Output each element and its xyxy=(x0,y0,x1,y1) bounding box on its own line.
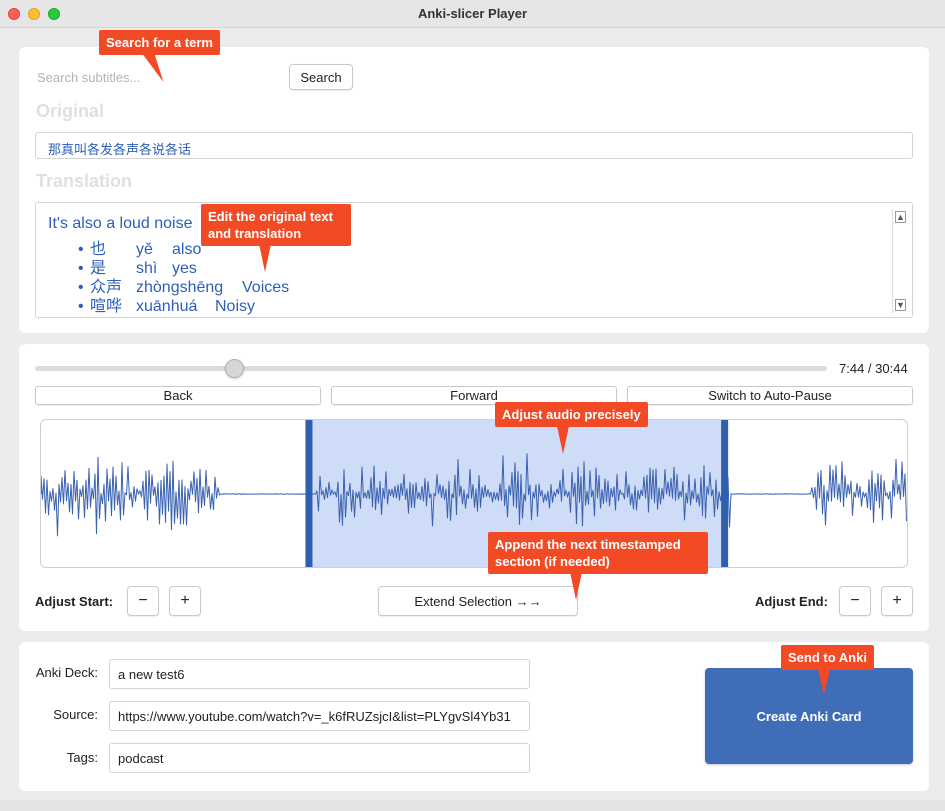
selection-start-handle[interactable] xyxy=(305,420,313,567)
waveform-svg[interactable] xyxy=(41,420,907,567)
playback-time: 7:44 / 30:44 xyxy=(839,361,908,376)
translation-heading: Translation xyxy=(36,171,133,191)
title-bar: Anki-slicer Player xyxy=(0,0,945,28)
extend-selection-button[interactable]: Extend Selection →→ xyxy=(378,586,578,616)
adjust-end-minus-button[interactable]: − xyxy=(839,586,871,616)
deck-field[interactable]: a new test6 xyxy=(109,659,530,689)
callout-send-pointer xyxy=(818,669,830,695)
playback-slider-thumb[interactable] xyxy=(225,359,245,378)
vocab-item: • 喧哗 xuānhuá Noisy xyxy=(78,298,256,315)
playback-slider-track[interactable] xyxy=(35,366,827,371)
back-button[interactable]: Back xyxy=(35,386,321,405)
adjust-end-label: Adjust End: xyxy=(755,594,828,609)
search-button[interactable]: Search xyxy=(289,64,353,90)
selection-end-handle[interactable] xyxy=(721,420,729,567)
adjust-start-label: Adjust Start: xyxy=(35,594,113,609)
tags-label: Tags: xyxy=(66,750,98,765)
callout-append-pointer xyxy=(570,572,582,600)
adjust-end-plus-button[interactable]: + xyxy=(881,586,913,616)
adjust-start-plus-button[interactable]: + xyxy=(169,586,201,616)
auto-pause-button[interactable]: Switch to Auto-Pause xyxy=(627,386,913,405)
callout-edit-pointer xyxy=(259,244,271,272)
adjust-start-minus-button[interactable]: − xyxy=(127,586,159,616)
waveform-view[interactable] xyxy=(40,419,908,568)
source-label: Source: xyxy=(53,707,98,722)
translation-main-text: It's also a loud noise xyxy=(48,215,193,232)
callout-send: Send to Anki xyxy=(781,645,874,670)
callout-search: Search for a term xyxy=(99,30,220,55)
callout-append: Append the next timestamped section (if … xyxy=(488,532,708,574)
original-text-field[interactable]: 那真叫各发各声各说各话 xyxy=(35,132,913,159)
tags-field[interactable]: podcast xyxy=(109,743,530,773)
translation-scrollbar[interactable]: ▲ ▼ xyxy=(892,209,906,313)
create-anki-card-button[interactable]: Create Anki Card xyxy=(705,668,913,764)
original-heading: Original xyxy=(36,101,105,121)
scroll-up-icon[interactable]: ▲ xyxy=(895,211,906,223)
window-title: Anki-slicer Player xyxy=(417,6,528,21)
source-field[interactable]: https://www.youtube.com/watch?v=_k6fRUZs… xyxy=(109,701,530,731)
scroll-down-icon[interactable]: ▼ xyxy=(895,299,906,311)
callout-adjust-pointer xyxy=(557,426,569,454)
translation-text-area[interactable]: It's also a loud noise • 也 yě also • 是 shì yes… xyxy=(35,202,913,318)
callout-adjust: Adjust audio precisely xyxy=(495,402,648,427)
deck-label: Anki Deck: xyxy=(35,665,98,680)
window-bottom-edge xyxy=(0,800,945,811)
callout-edit: Edit the original text and translation xyxy=(201,204,351,246)
